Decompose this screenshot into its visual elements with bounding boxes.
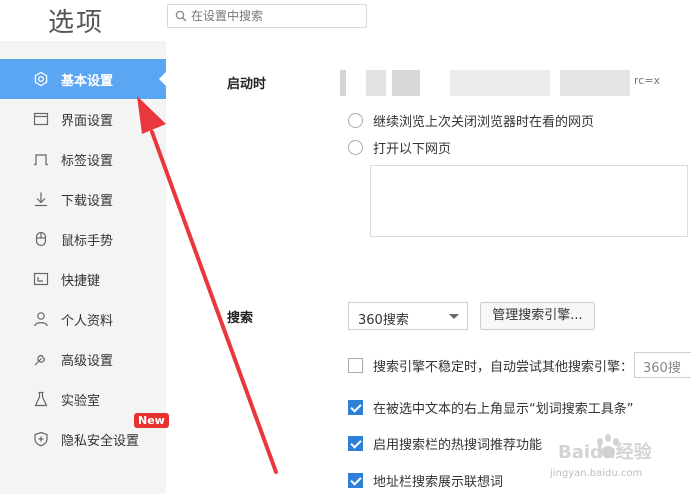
address-suggest-label: 地址栏搜索展示联想词: [373, 475, 504, 490]
open-pages-radio-label: 打开以下网页: [373, 142, 452, 157]
sidebar-item-mouse-gesture[interactable]: 鼠标手势: [0, 219, 166, 259]
person-icon: [34, 312, 48, 327]
sidebar-item-label: 实验室: [61, 394, 101, 409]
sidebar-item-basic[interactable]: 基本设置: [0, 59, 167, 99]
watermark-brand: Baidu经验: [558, 441, 653, 463]
watermark-url: jingyan.baidu.com: [549, 468, 642, 479]
search-input[interactable]: [191, 7, 361, 25]
chevron-down-icon: [449, 314, 459, 319]
blurred-startup-url: [340, 70, 670, 96]
address-suggest-option[interactable]: 地址栏搜索展示联想词: [348, 471, 503, 490]
hot-words-option[interactable]: 启用搜索栏的热搜词推荐功能: [348, 434, 542, 453]
fallback-engine-option[interactable]: 搜索引擎不稳定时，自动尝试其他搜索引擎：: [348, 356, 633, 375]
shield-icon: [34, 431, 48, 447]
mouse-icon: [35, 231, 47, 247]
sidebar-item-profile[interactable]: 个人资料: [0, 299, 166, 339]
startup-open-pages-option[interactable]: 打开以下网页: [348, 138, 451, 157]
address-suggest-checkbox[interactable]: [348, 473, 363, 488]
sidebar-item-label: 快捷键: [61, 274, 101, 289]
sidebar-item-tabs[interactable]: 标签设置: [0, 139, 166, 179]
download-icon: [35, 192, 47, 207]
startup-section-label: 启动时: [227, 77, 267, 92]
shortcut-icon: [33, 272, 49, 286]
sidebar-item-shortcuts[interactable]: 快捷键: [0, 259, 166, 299]
settings-search[interactable]: [167, 4, 367, 28]
hot-words-checkbox[interactable]: [348, 436, 363, 451]
show-search-toolbar-checkbox[interactable]: [348, 400, 363, 415]
fallback-engine-checkbox[interactable]: [348, 358, 363, 373]
continue-radio[interactable]: [348, 113, 363, 128]
sidebar-item-label: 隐私安全设置: [61, 434, 140, 449]
search-icon: [175, 10, 187, 22]
fallback-engine-label: 搜索引擎不稳定时，自动尝试其他搜索引擎：: [373, 360, 634, 375]
tab-icon: [34, 154, 48, 166]
baidu-watermark: Baidu经验 jingyan.baidu.com: [549, 434, 653, 479]
search-engine-value: 360搜索: [358, 313, 409, 328]
show-search-toolbar-option[interactable]: 在被选中文本的右上角显示“划词搜索工具条”: [348, 398, 633, 417]
search-section-label: 搜索: [227, 311, 254, 326]
flask-icon: [34, 391, 48, 407]
sidebar-item-label: 标签设置: [61, 154, 114, 169]
fallback-engine-value: 360搜索: [643, 361, 681, 376]
startup-continue-option[interactable]: 继续浏览上次关闭浏览器时在看的网页: [348, 111, 594, 130]
new-badge: New: [134, 413, 169, 428]
sidebar-item-download[interactable]: 下载设置: [0, 179, 166, 219]
search-engine-select[interactable]: 360搜索: [348, 302, 468, 330]
show-search-toolbar-label: 在被选中文本的右上角显示“划词搜索工具条”: [373, 402, 634, 417]
startup-pages-list[interactable]: [370, 165, 688, 237]
sidebar-item-label: 个人资料: [61, 314, 114, 329]
manage-search-engines-button[interactable]: 管理搜索引擎...: [480, 302, 595, 330]
page-title: 选项: [48, 8, 105, 38]
hot-words-label: 启用搜索栏的热搜词推荐功能: [373, 438, 543, 453]
continue-radio-label: 继续浏览上次关闭浏览器时在看的网页: [373, 115, 595, 130]
sidebar-item-label: 鼠标手势: [61, 234, 114, 249]
wrench-icon: [34, 354, 46, 366]
sidebar-item-advanced[interactable]: 高级设置: [0, 339, 166, 379]
sidebar-item-label: 界面设置: [61, 114, 114, 129]
sidebar-item-label: 高级设置: [61, 354, 114, 369]
gear-icon: [34, 71, 48, 87]
window-icon: [33, 112, 49, 126]
sidebar-item-label: 基本设置: [61, 74, 114, 89]
settings-page: 选项 基本设置 界面设置 标签设置: [0, 0, 691, 494]
open-pages-radio[interactable]: [348, 140, 363, 155]
sidebar-item-label: 下载设置: [61, 194, 114, 209]
sidebar-item-interface[interactable]: 界面设置: [0, 99, 166, 139]
fallback-engine-select[interactable]: 360搜索: [634, 352, 691, 378]
startup-url-tail: rc=x: [634, 74, 661, 87]
